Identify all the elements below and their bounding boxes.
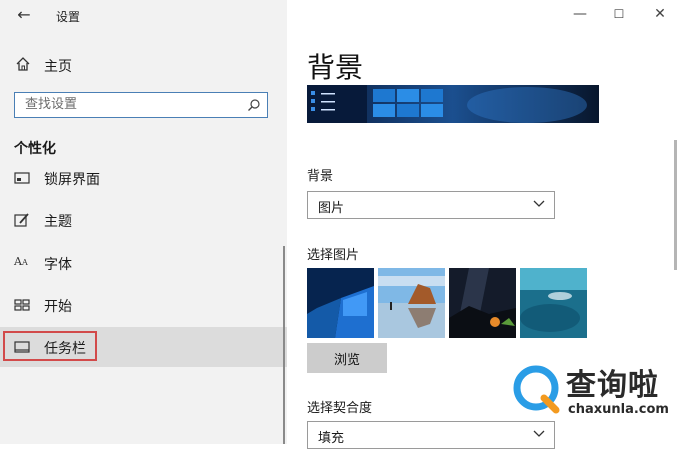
picture-thumbnail-underwater[interactable] xyxy=(520,268,587,338)
search-icon[interactable] xyxy=(247,98,261,112)
sidebar-item-label: 锁屏界面 xyxy=(44,172,100,188)
chevron-down-icon xyxy=(533,430,545,437)
theme-brush-icon xyxy=(14,213,29,227)
title-bar: ← 设置 xyxy=(0,0,287,30)
background-label: 背景 xyxy=(307,169,334,184)
watermark-url: chaxunla.com xyxy=(568,402,669,417)
page-title: 背景 xyxy=(307,51,364,84)
start-menu-icon xyxy=(14,299,30,311)
search-box[interactable] xyxy=(14,92,268,118)
sidebar-item-taskbar[interactable]: 任务栏 xyxy=(0,327,287,367)
sidebar-item-theme[interactable]: 主题 xyxy=(0,200,287,240)
dropdown-value: 填充 xyxy=(318,431,345,446)
back-arrow-icon[interactable]: ← xyxy=(14,5,34,25)
chevron-down-icon xyxy=(533,200,545,207)
content-scrollbar[interactable] xyxy=(674,140,677,270)
browse-button[interactable]: 浏览 xyxy=(307,343,387,373)
background-dropdown[interactable]: 图片 xyxy=(307,191,555,219)
minimize-icon[interactable]: — xyxy=(570,6,590,22)
sidebar-item-home[interactable]: 主页 xyxy=(0,52,287,78)
picture-thumbnail-beach-rock[interactable] xyxy=(378,268,445,338)
sidebar: ← 设置 主页 个性化 锁屏界面 主题 AA 字体 xyxy=(0,0,287,444)
picture-thumbnails xyxy=(307,268,589,338)
section-title: 个性化 xyxy=(14,141,56,157)
fit-label: 选择契合度 xyxy=(307,401,373,416)
sidebar-item-label: 字体 xyxy=(44,257,72,273)
picture-thumbnail-night-sky[interactable] xyxy=(449,268,516,338)
sidebar-item-label: 主页 xyxy=(44,59,72,75)
sidebar-item-start[interactable]: 开始 xyxy=(0,285,287,325)
picture-thumbnail-windows[interactable] xyxy=(307,268,374,338)
watermark-logo xyxy=(513,365,560,414)
sidebar-item-font[interactable]: AA 字体 xyxy=(0,243,287,283)
background-preview xyxy=(307,85,599,123)
lock-screen-icon xyxy=(14,172,30,184)
watermark-text: 查询啦 xyxy=(566,368,659,403)
choose-picture-label: 选择图片 xyxy=(307,248,360,263)
sidebar-item-lock-screen[interactable]: 锁屏界面 xyxy=(0,158,287,198)
sidebar-item-label: 任务栏 xyxy=(44,341,86,357)
sidebar-item-label: 主题 xyxy=(44,214,72,230)
search-input[interactable] xyxy=(23,96,247,113)
dropdown-value: 图片 xyxy=(318,201,345,216)
font-icon: AA xyxy=(14,255,28,268)
home-icon xyxy=(16,57,30,71)
watermark: 查询啦 chaxunla.com xyxy=(512,358,682,428)
app-title: 设置 xyxy=(56,10,81,24)
sidebar-item-label: 开始 xyxy=(44,299,72,315)
close-icon[interactable]: ✕ xyxy=(650,6,670,22)
maximize-icon[interactable]: ☐ xyxy=(609,7,629,21)
taskbar-icon xyxy=(14,341,30,353)
sidebar-scrollbar[interactable] xyxy=(283,246,285,444)
